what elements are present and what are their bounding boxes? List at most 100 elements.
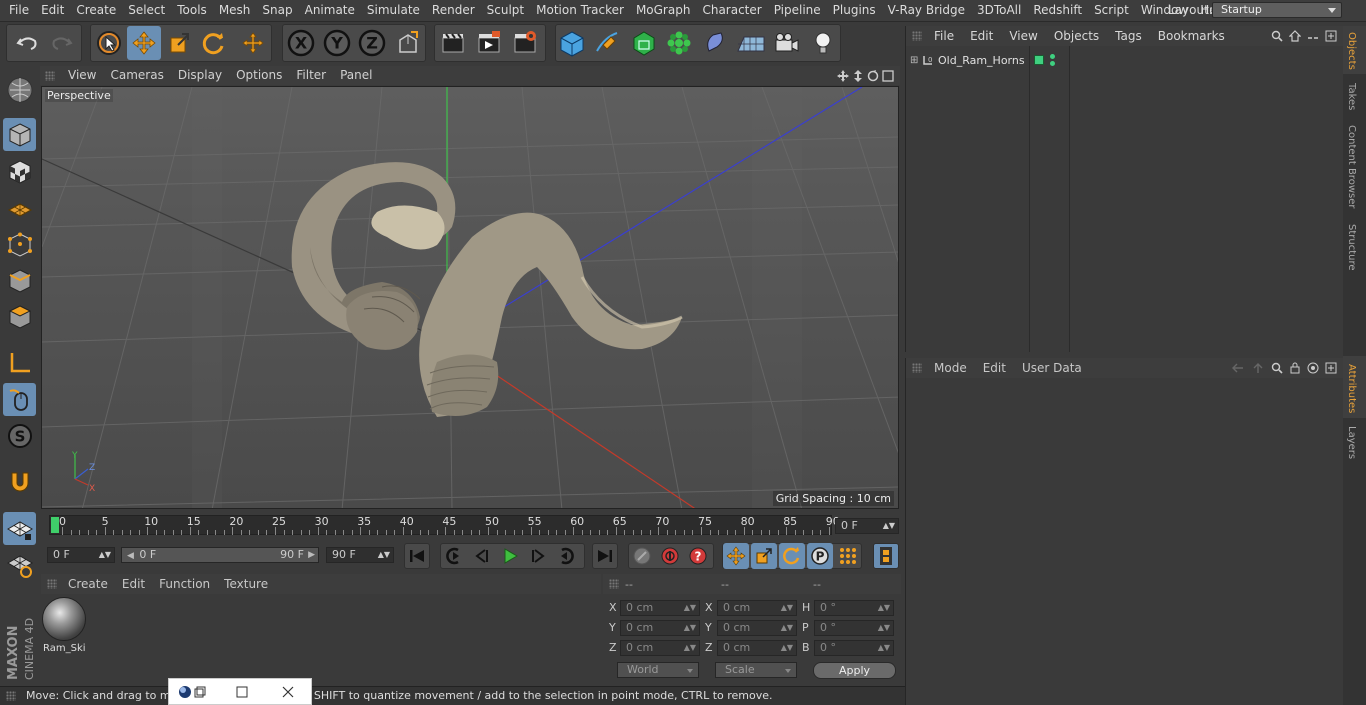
menu-mograph[interactable]: MoGraph	[630, 0, 697, 22]
spinner-icon[interactable]: ▲▼	[684, 601, 696, 615]
menu-redshift[interactable]: Redshift	[1027, 0, 1088, 22]
apply-button[interactable]: Apply	[813, 662, 896, 679]
tab-takes[interactable]: Takes	[1346, 83, 1357, 110]
pan-view-icon[interactable]	[837, 69, 849, 82]
drag-handle-icon[interactable]	[609, 579, 619, 589]
camera-button[interactable]	[770, 26, 804, 60]
layer-color-swatch[interactable]	[1034, 55, 1044, 65]
solo-mode-button[interactable]: S	[3, 419, 36, 452]
3d-viewport[interactable]: Perspective Grid Spacing : 10 cm Y Z X	[41, 86, 899, 509]
workplane-mode-button[interactable]	[3, 192, 36, 225]
light-button[interactable]	[806, 26, 840, 60]
editor-visibility-dot[interactable]	[1050, 54, 1055, 59]
snap-button[interactable]	[3, 465, 36, 498]
render-view-button[interactable]	[436, 26, 470, 60]
coordinate-mode-dropdown[interactable]: World	[617, 662, 699, 678]
locked-workplane-button[interactable]	[3, 548, 36, 581]
slider-right-arrow-icon[interactable]: ▶	[308, 548, 315, 562]
undo-button[interactable]	[10, 26, 44, 60]
key-rotation-button[interactable]	[779, 543, 805, 569]
render-picture-viewer-button[interactable]	[472, 26, 506, 60]
menu-file[interactable]: File	[3, 0, 35, 22]
tab-structure[interactable]: Structure	[1346, 224, 1357, 271]
maximize-view-icon[interactable]	[882, 69, 894, 82]
link-icon[interactable]	[1307, 30, 1319, 42]
viewport-menu-options[interactable]: Options	[229, 66, 289, 85]
spinner-icon[interactable]: ▲▼	[878, 601, 890, 615]
viewport-menu-filter[interactable]: Filter	[289, 66, 333, 85]
attribute-menu-mode[interactable]: Mode	[926, 358, 975, 378]
menu-edit[interactable]: Edit	[35, 0, 70, 22]
texture-mode-button[interactable]	[3, 155, 36, 188]
go-to-end-button[interactable]	[592, 543, 618, 569]
spinner-icon[interactable]: ▲▼	[684, 621, 696, 635]
spinner-icon[interactable]: ▲▼	[878, 621, 890, 635]
go-to-start-button[interactable]	[404, 543, 430, 569]
maximize-window-icon[interactable]	[236, 686, 248, 698]
object-row[interactable]: ⊞ 0 Old_Ram_Horns	[910, 52, 1025, 68]
material-menu-create[interactable]: Create	[61, 574, 115, 594]
coordinate-system-button[interactable]	[391, 26, 425, 60]
points-mode-button[interactable]	[3, 228, 36, 261]
target-icon[interactable]	[1307, 362, 1319, 374]
play-button[interactable]	[497, 543, 523, 569]
close-icon[interactable]	[282, 686, 294, 698]
start-frame-field[interactable]: 0 F ▲▼	[47, 547, 115, 563]
coordinate-value-field[interactable]: 0 ° ▲▼	[814, 600, 894, 616]
viewport-menu-display[interactable]: Display	[171, 66, 229, 85]
render-settings-button[interactable]	[508, 26, 542, 60]
restore-window-icon[interactable]	[194, 686, 206, 698]
y-axis-lock-button[interactable]: Y	[320, 26, 354, 60]
menu-tools[interactable]: Tools	[171, 0, 213, 22]
next-frame-button[interactable]	[525, 543, 551, 569]
menu-create[interactable]: Create	[70, 0, 122, 22]
drag-handle-icon[interactable]	[912, 31, 922, 41]
viewport-menu-cameras[interactable]: Cameras	[103, 66, 170, 85]
zoom-view-icon[interactable]	[852, 69, 864, 82]
tab-attributes[interactable]: Attributes	[1346, 364, 1357, 413]
drag-handle-icon[interactable]	[47, 579, 57, 589]
floor-button[interactable]	[734, 26, 768, 60]
home-icon[interactable]	[1289, 30, 1301, 42]
menu-snap[interactable]: Snap	[256, 0, 298, 22]
coordinate-value-field[interactable]: 0 cm ▲▼	[620, 640, 700, 656]
scale-tool-button[interactable]	[162, 26, 196, 60]
key-position-button[interactable]	[723, 543, 749, 569]
previous-frame-button[interactable]	[469, 543, 495, 569]
key-pla-button[interactable]	[835, 543, 861, 569]
layout-dropdown[interactable]: Startup	[1212, 2, 1342, 18]
next-key-button[interactable]	[553, 543, 579, 569]
redo-button[interactable]	[45, 26, 79, 60]
record-active-objects-button[interactable]	[629, 543, 655, 569]
back-arrow-icon[interactable]	[1231, 362, 1245, 374]
menu-plugins[interactable]: Plugins	[827, 0, 882, 22]
material-menu-function[interactable]: Function	[152, 574, 217, 594]
timeline-track[interactable]: 0 5 10 15 20 25 30 35 40 45 50 55 60 65 70 75 80 85 90	[49, 515, 840, 535]
menu-sculpt[interactable]: Sculpt	[481, 0, 530, 22]
search-icon[interactable]	[1271, 30, 1283, 42]
edges-mode-button[interactable]	[3, 264, 36, 297]
deformer-button[interactable]	[698, 26, 732, 60]
frame-range-slider[interactable]: ◀ 0 F 90 F ▶	[121, 547, 319, 563]
current-frame-field[interactable]: 0 F ▲▼	[835, 518, 899, 534]
tweak-mode-button[interactable]	[3, 383, 36, 416]
menu-character[interactable]: Character	[696, 0, 767, 22]
workplane-lock-button[interactable]	[3, 512, 36, 545]
axis-mode-button[interactable]	[3, 346, 36, 379]
timeline-ruler[interactable]: 0 5 10 15 20 25 30 35 40 45 50 55 60 65 70 75 80 85 90 0 F…	[41, 512, 901, 540]
tab-objects[interactable]: Objects	[1346, 32, 1357, 70]
object-menu-file[interactable]: File	[926, 26, 962, 46]
key-parameter-button[interactable]: P	[807, 543, 833, 569]
spinner-icon[interactable]: ▲▼	[781, 641, 793, 655]
drag-handle-icon[interactable]	[6, 691, 16, 701]
attribute-menu-user-data[interactable]: User Data	[1014, 358, 1090, 378]
spinner-icon[interactable]: ▲▼	[684, 641, 696, 655]
cloner-button[interactable]	[662, 26, 696, 60]
make-editable-button[interactable]	[3, 72, 36, 108]
x-axis-lock-button[interactable]: X	[284, 26, 318, 60]
coordinate-value-field[interactable]: 0 cm ▲▼	[717, 600, 797, 616]
object-menu-view[interactable]: View	[1001, 26, 1045, 46]
menu-render[interactable]: Render	[426, 0, 481, 22]
attribute-menu-edit[interactable]: Edit	[975, 358, 1014, 378]
recent-tool-button[interactable]	[236, 26, 270, 60]
